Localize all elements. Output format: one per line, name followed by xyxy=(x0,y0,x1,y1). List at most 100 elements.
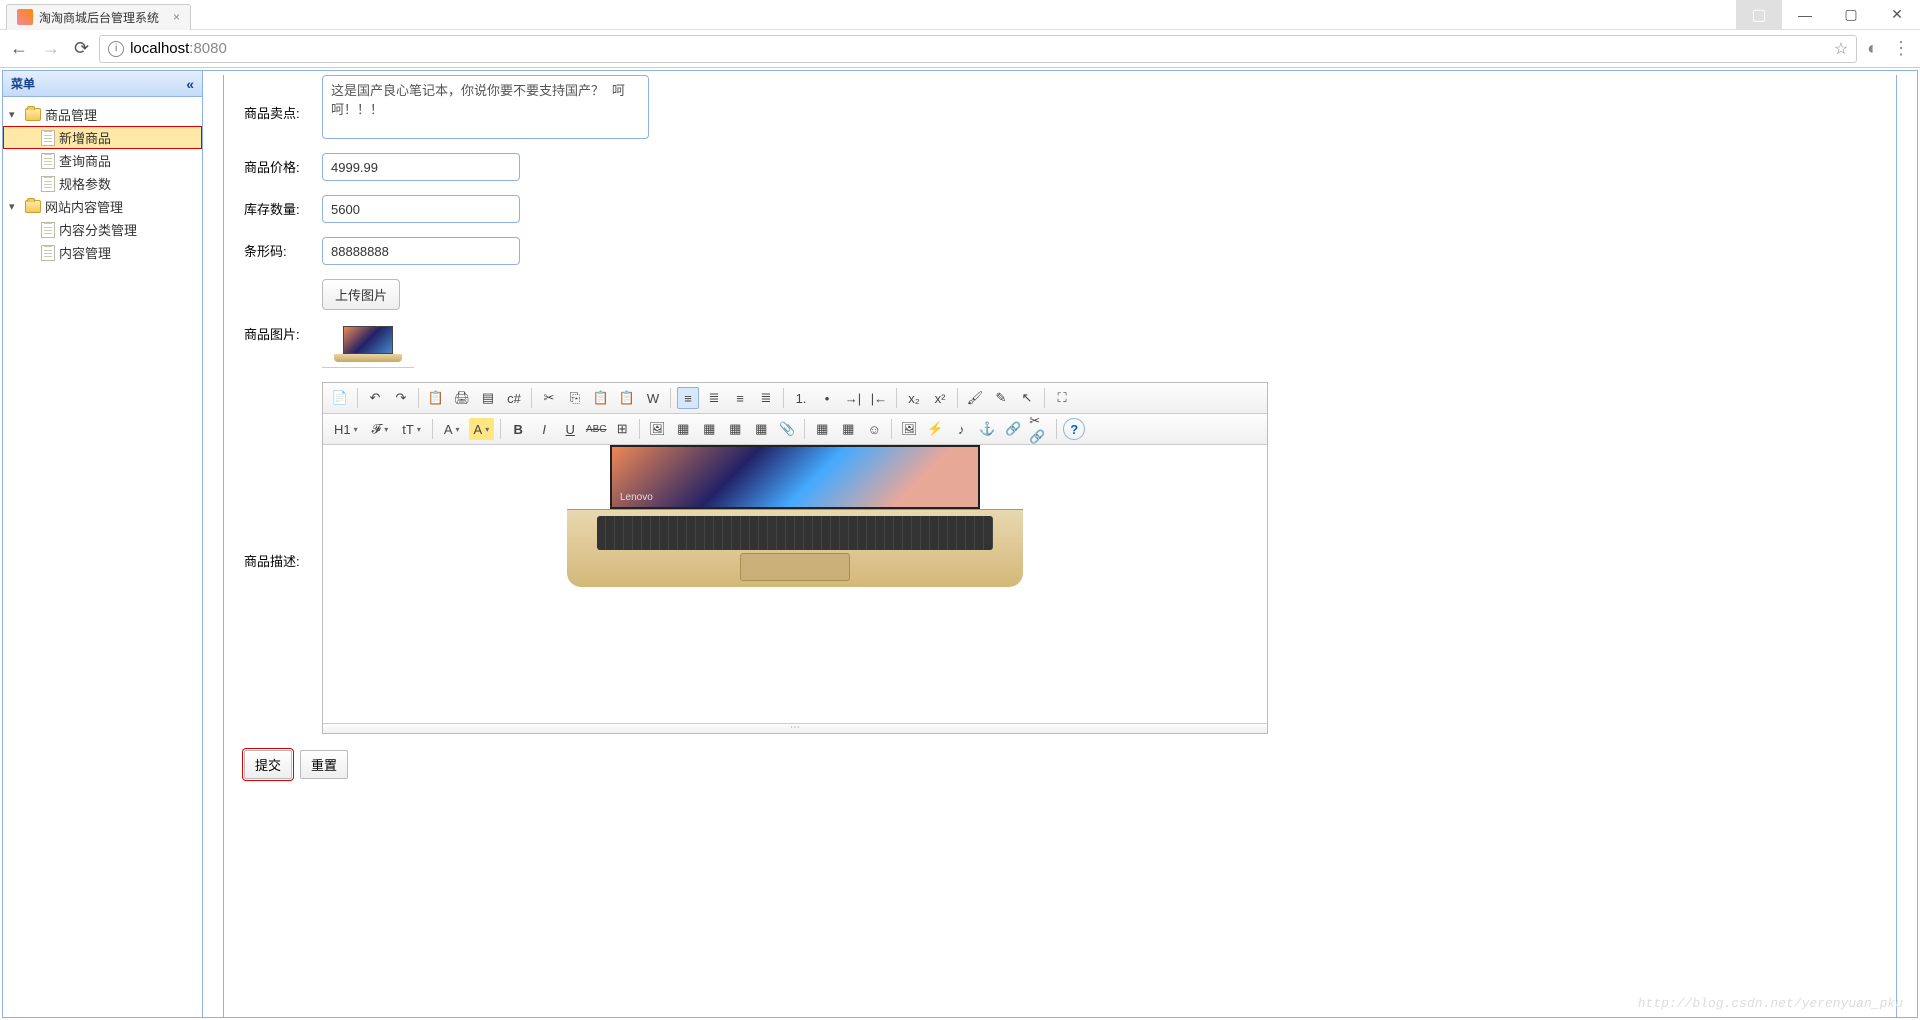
close-button[interactable]: ✕ xyxy=(1874,0,1920,30)
site-info-icon[interactable]: i xyxy=(108,41,124,57)
tb-print[interactable]: 🖨 xyxy=(451,387,473,409)
editor-image-laptop: Lenovo xyxy=(565,445,1025,587)
tb-copy[interactable]: ⎘ xyxy=(564,387,586,409)
tb-source[interactable]: 📄 xyxy=(329,387,351,409)
tb-insert-c[interactable]: ▦ xyxy=(724,418,746,440)
tb-abc-strike[interactable]: ABC xyxy=(585,418,607,440)
tree-toggle-icon[interactable]: ▾ xyxy=(9,108,21,121)
tb-align-justify[interactable]: ≣ xyxy=(755,387,777,409)
tb-align-center[interactable]: ≣ xyxy=(703,387,725,409)
tree-node-content[interactable]: 内容管理 xyxy=(3,241,202,264)
tb-border[interactable]: ⊞ xyxy=(611,418,633,440)
tb-list-ol[interactable]: 1. xyxy=(790,387,812,409)
tb-unlink[interactable]: ✂🔗 xyxy=(1028,418,1050,440)
url-input[interactable]: i localhost:8080 ☆ xyxy=(99,35,1857,63)
tree-node-content-mgmt[interactable]: ▾ 网站内容管理 xyxy=(3,195,202,218)
tb-font-family[interactable]: 𝓕▾ xyxy=(367,418,394,440)
tb-list-ul[interactable]: • xyxy=(816,387,838,409)
user-icon[interactable]: ▢ xyxy=(1736,0,1782,30)
upload-image-button[interactable]: 上传图片 xyxy=(322,279,400,310)
reload-button[interactable]: ⟳ xyxy=(74,38,89,59)
tb-bold[interactable]: B xyxy=(507,418,529,440)
tb-heading[interactable]: H1▾ xyxy=(329,418,363,440)
menu-icon[interactable]: ⋮ xyxy=(1892,38,1910,59)
browser-tab[interactable]: 淘淘商城后台管理系统 × xyxy=(6,4,191,30)
price-input[interactable] xyxy=(322,153,520,181)
tb-flash[interactable]: ⚡ xyxy=(924,418,946,440)
tree-node-content-category[interactable]: 内容分类管理 xyxy=(3,218,202,241)
toolbar-separator xyxy=(357,388,358,408)
tb-select[interactable]: ↖ xyxy=(1016,387,1038,409)
tb-font-color[interactable]: A▾ xyxy=(439,418,465,440)
tb-table[interactable]: ▦ xyxy=(811,418,833,440)
browser-titlebar: 淘淘商城后台管理系统 × ▢ — ▢ ✕ xyxy=(0,0,1920,30)
globe-icon[interactable]: ◐ xyxy=(1867,38,1878,59)
product-image-thumb[interactable] xyxy=(322,322,414,368)
editor-resize-handle[interactable]: ⋯ xyxy=(323,723,1267,733)
tree-label: 查询商品 xyxy=(59,151,111,170)
submit-button[interactable]: 提交 xyxy=(244,750,292,779)
watermark: http://blog.csdn.net/yerenyuan_pku xyxy=(1638,996,1903,1011)
tb-align-right[interactable]: ≡ xyxy=(729,387,751,409)
toolbar-separator xyxy=(1056,419,1057,439)
tb-insert-a[interactable]: ▦ xyxy=(672,418,694,440)
editor-body[interactable]: Lenovo xyxy=(323,445,1267,723)
tb-align-left[interactable]: ≡ xyxy=(677,387,699,409)
tb-outdent[interactable]: |← xyxy=(868,387,890,409)
tb-undo[interactable]: ↶ xyxy=(364,387,386,409)
toolbar-separator xyxy=(896,388,897,408)
selling-point-input[interactable] xyxy=(322,75,649,139)
tab-close-icon[interactable]: × xyxy=(173,10,180,24)
label-selling-point: 商品卖点: xyxy=(244,75,322,122)
tb-insert-d[interactable]: ▦ xyxy=(750,418,772,440)
folder-open-icon xyxy=(25,108,41,121)
tree-node-product-mgmt[interactable]: ▾ 商品管理 xyxy=(3,103,202,126)
tb-paste-word[interactable]: W xyxy=(642,387,664,409)
stock-input[interactable] xyxy=(322,195,520,223)
tb-fullscreen[interactable]: ⛶ xyxy=(1051,387,1073,409)
reset-button[interactable]: 重置 xyxy=(300,750,348,779)
tb-help[interactable]: ? xyxy=(1063,418,1085,440)
address-bar: ← → ⟳ i localhost:8080 ☆ ◐ ⋮ xyxy=(0,30,1920,68)
tree-node-spec-params[interactable]: 规格参数 xyxy=(3,172,202,195)
minimize-button[interactable]: — xyxy=(1782,0,1828,30)
toolbar-separator xyxy=(670,388,671,408)
laptop-brand: Lenovo xyxy=(620,492,653,503)
bookmark-icon[interactable]: ☆ xyxy=(1834,39,1848,59)
tb-image[interactable]: 🖼 xyxy=(898,418,920,440)
barcode-input[interactable] xyxy=(322,237,520,265)
tb-superscript[interactable]: x² xyxy=(929,387,951,409)
tb-paste-a[interactable]: 📋 xyxy=(590,387,612,409)
tb-italic[interactable]: I xyxy=(533,418,555,440)
maximize-button[interactable]: ▢ xyxy=(1828,0,1874,30)
tb-bg-color[interactable]: A▾ xyxy=(469,418,495,440)
tb-codeview[interactable]: c# xyxy=(503,387,525,409)
sidebar-collapse-icon[interactable]: « xyxy=(186,76,194,92)
tb-link[interactable]: 🔗 xyxy=(1002,418,1024,440)
tree-node-add-product[interactable]: 新增商品 xyxy=(3,126,202,149)
forward-button[interactable]: → xyxy=(42,38,60,59)
tb-paste-doc[interactable]: 📋 xyxy=(425,387,447,409)
tb-insert-attach[interactable]: 📎 xyxy=(776,418,798,440)
tb-font-size[interactable]: tT▾ xyxy=(397,418,426,440)
tb-template[interactable]: ▤ xyxy=(477,387,499,409)
tb-table2[interactable]: ▦ xyxy=(837,418,859,440)
tb-subscript[interactable]: x₂ xyxy=(903,387,925,409)
tb-paste-b[interactable]: 📋 xyxy=(616,387,638,409)
nav-tree: ▾ 商品管理 新增商品 查询商品 规格参数 ▾ xyxy=(3,97,202,270)
tree-toggle-icon[interactable]: ▾ xyxy=(9,200,21,213)
back-button[interactable]: ← xyxy=(10,38,28,59)
tree-label: 网站内容管理 xyxy=(45,197,123,216)
tb-smiley[interactable]: ☺ xyxy=(863,418,885,440)
tree-node-query-product[interactable]: 查询商品 xyxy=(3,149,202,172)
tb-underline[interactable]: U xyxy=(559,418,581,440)
tb-brush[interactable]: 🖌 xyxy=(964,387,986,409)
tb-cut[interactable]: ✂ xyxy=(538,387,560,409)
tb-music[interactable]: ♪ xyxy=(950,418,972,440)
tb-redo[interactable]: ↷ xyxy=(390,387,412,409)
tb-anchor[interactable]: ⚓ xyxy=(976,418,998,440)
tb-format[interactable]: ✎ xyxy=(990,387,1012,409)
tb-indent[interactable]: →| xyxy=(842,387,864,409)
tb-insert-pic[interactable]: 🖼 xyxy=(646,418,668,440)
tb-insert-b[interactable]: ▦ xyxy=(698,418,720,440)
